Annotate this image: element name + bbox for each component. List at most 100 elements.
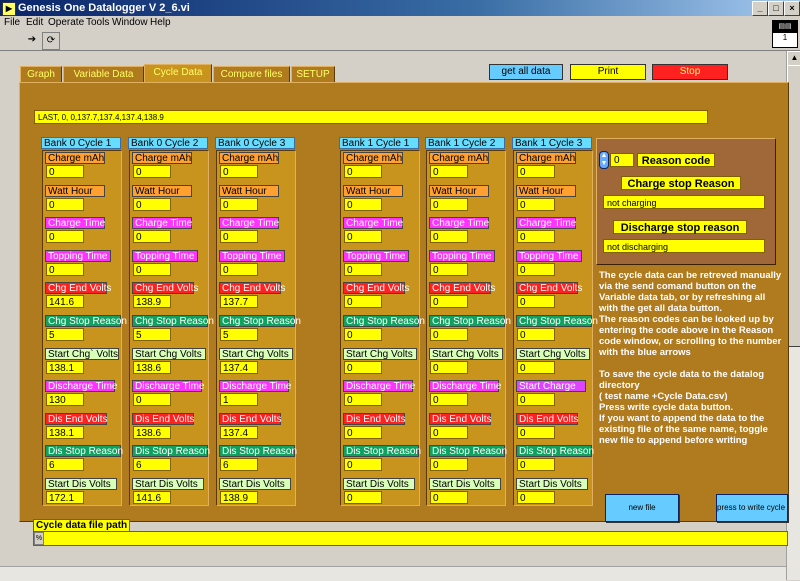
field-label: Discharge Time (429, 380, 501, 393)
field-value: 138.9 (133, 295, 171, 309)
field-label: Start Dis Volts (429, 478, 501, 490)
field-label: Topping Time (429, 249, 495, 262)
field-value: 138.9 (220, 491, 258, 504)
field-value: 0 (46, 197, 84, 211)
field-label: Dis End Volts (343, 412, 405, 425)
reason-code-panel: ▲ ▼ 0 Reason code Charge stop Reason not … (596, 138, 776, 265)
toolbar: ➔ ⟳ (0, 30, 800, 51)
reason-code-spinner-icon[interactable]: ▲ ▼ (599, 151, 609, 169)
menu-edit[interactable]: Edit (26, 17, 43, 29)
field-value: 138.6 (133, 425, 171, 439)
run-arrow-icon[interactable]: ➔ (24, 32, 40, 48)
field-value: 0 (220, 165, 258, 178)
field-label: Start Chg Volts (219, 347, 293, 360)
field-label: Chg End Volts (343, 282, 409, 295)
write-cycle-data-button[interactable]: press to write cycle data (716, 494, 788, 522)
field-label: Watt Hour (219, 184, 279, 197)
field-value: 0 (344, 393, 382, 407)
field-value: 0 (517, 197, 555, 211)
field-value: 141.6 (46, 295, 84, 309)
field-value: 0 (517, 230, 555, 244)
field-value: 0 (344, 197, 382, 211)
field-value: 0 (46, 230, 84, 244)
field-value: 0 (430, 262, 468, 276)
minimize-button[interactable]: _ (752, 1, 768, 16)
field-value: 0 (430, 458, 468, 472)
maximize-button[interactable]: □ (768, 1, 784, 16)
window-title-bar: ▶ Genesis One Datalogger V 2_6.vi _ □ × (0, 0, 800, 16)
new-file-toggle[interactable]: new file (605, 494, 679, 522)
field-label: Charge Time (343, 217, 403, 230)
field-value: 0 (344, 262, 382, 276)
reason-code-input[interactable]: 0 (610, 153, 634, 167)
field-label: Watt Hour (429, 184, 489, 197)
info-paragraph: The cycle data can be retreved manually … (599, 270, 782, 314)
vi-icon-graphic: ▤▤ (773, 21, 797, 33)
column-title: Bank 0 Cycle 1 (41, 137, 121, 149)
print-button[interactable]: Print (570, 64, 646, 80)
run-continuously-icon[interactable]: ⟳ (42, 32, 60, 50)
field-label: Dis End Volts (219, 412, 281, 425)
field-value: 0 (344, 328, 382, 341)
field-value: 0 (220, 197, 258, 211)
column-title: Bank 1 Cycle 2 (425, 137, 505, 149)
field-label: Start Charge (516, 380, 586, 393)
cycle-data-file-path-input[interactable]: % (33, 531, 788, 546)
scroll-up-arrow-icon[interactable]: ▲ (787, 51, 800, 66)
field-label: Chg End Volts (45, 282, 111, 295)
field-value: 0 (517, 360, 555, 374)
field-value: 0 (517, 393, 555, 407)
path-browse-icon[interactable]: % (34, 532, 44, 545)
field-label: Start Chg Volts (132, 347, 206, 360)
field-label: Start Dis Volts (219, 478, 291, 490)
field-value: 172.1 (46, 491, 84, 504)
field-value: 0 (46, 165, 84, 178)
field-value: 0 (133, 393, 171, 407)
info-paragraph: ( test name +Cycle Data.csv) (599, 391, 728, 402)
column-title: Bank 0 Cycle 2 (128, 137, 208, 149)
field-label: Chg Stop Reason (516, 315, 598, 327)
horizontal-scrollbar[interactable] (0, 566, 786, 581)
field-label: Chg End Volts (132, 282, 198, 295)
field-value: 0 (430, 165, 468, 178)
field-value: 137.4 (220, 425, 258, 439)
field-label: Topping Time (343, 249, 409, 262)
field-value: 6 (133, 458, 171, 472)
window-title: Genesis One Datalogger V 2_6.vi (18, 2, 190, 14)
field-label: Chg End Volts (429, 282, 495, 295)
field-label: Dis Stop Reason (45, 445, 123, 458)
field-value: 0 (133, 165, 171, 178)
menu-help[interactable]: Help (150, 17, 171, 29)
field-value: 5 (220, 328, 258, 341)
vi-connector-icon: ▤▤ 1 (772, 20, 798, 48)
field-label: Dis Stop Reason (132, 445, 210, 458)
field-label: Charge Time (429, 217, 489, 230)
field-value: 0 (430, 393, 468, 407)
close-button[interactable]: × (784, 1, 800, 16)
field-label: Discharge Time (132, 380, 204, 393)
charge-stop-reason-value: not charging (603, 195, 765, 209)
field-label: Charge mAh (343, 152, 403, 164)
field-label: Chg Stop Reason (132, 315, 214, 327)
tab-cycle-data[interactable]: Cycle Data (144, 64, 212, 85)
stop-button[interactable]: Stop (652, 64, 728, 80)
field-label: Topping Time (132, 249, 198, 262)
field-value: 0 (517, 295, 555, 309)
menu-window[interactable]: Window (112, 17, 148, 29)
field-label: Watt Hour (132, 184, 192, 197)
field-value: 6 (46, 458, 84, 472)
field-value: 141.6 (133, 491, 171, 504)
field-value: 0 (430, 328, 468, 341)
field-label: Charge Time (219, 217, 279, 230)
menu-tools[interactable]: Tools (86, 17, 109, 29)
field-label: Start Dis Volts (516, 478, 588, 490)
menu-operate[interactable]: Operate (48, 17, 84, 29)
field-value: 5 (133, 328, 171, 341)
get-all-data-button[interactable]: get all data (489, 64, 563, 80)
field-value: 0 (517, 425, 555, 439)
menu-file[interactable]: File (4, 17, 20, 29)
field-value: 138.1 (46, 360, 84, 374)
field-label: Watt Hour (45, 184, 105, 197)
field-value: 0 (430, 295, 468, 309)
